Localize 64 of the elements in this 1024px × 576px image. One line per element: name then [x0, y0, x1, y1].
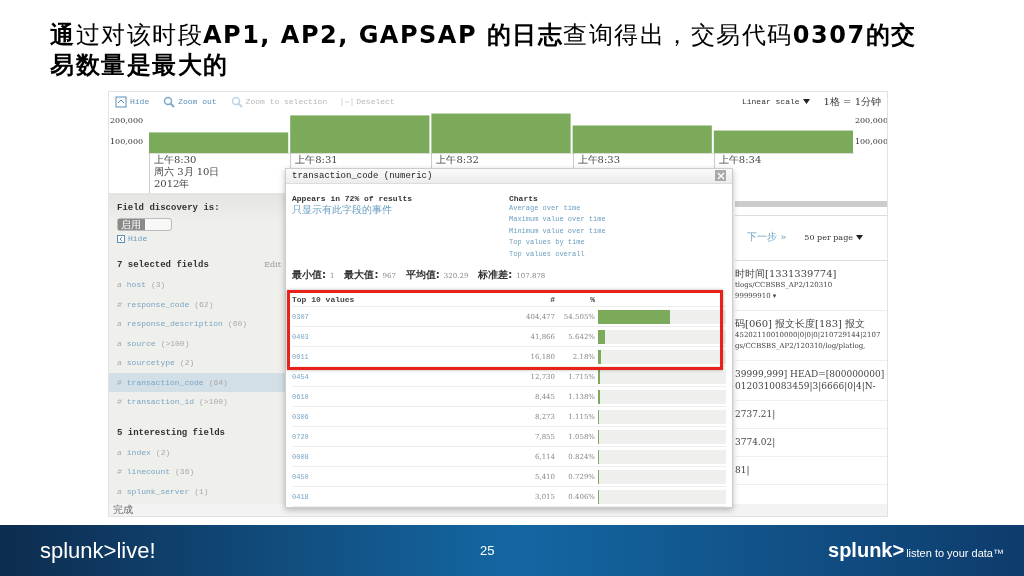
- brand-logo: splunk>: [828, 539, 905, 562]
- event-text: 81|: [735, 464, 751, 476]
- column-header: %: [589, 294, 596, 304]
- chart-bar[interactable]: [290, 115, 430, 153]
- charts-heading: Charts: [509, 193, 539, 203]
- caret-icon: [856, 234, 863, 240]
- axis-label: 上午8:32: [436, 154, 480, 166]
- axis-label: 100,000: [110, 136, 144, 146]
- field-item[interactable]: a splunk_server (1): [109, 481, 289, 501]
- toolbar-button[interactable]: Hide: [115, 95, 150, 108]
- hide-link[interactable]: Hide: [109, 233, 289, 244]
- chart-bar[interactable]: [572, 125, 712, 153]
- event-logo: splunk>live!: [40, 537, 157, 564]
- field-item[interactable]: a source (>100): [109, 333, 289, 353]
- column-header: Top 10 values: [292, 294, 356, 304]
- event-text: 39999,999] HEAD=[800000000]: [735, 368, 886, 380]
- sidebar-heading: Field discovery is:: [116, 203, 221, 213]
- axis-label: 上午8:33: [577, 154, 622, 166]
- axis-label: 100,000: [854, 136, 887, 146]
- next-page-link[interactable]: 下一步 »: [747, 230, 787, 244]
- event-text: 0120310083459|3|6666|0|4|N-: [735, 380, 877, 392]
- chart-bar[interactable]: [431, 113, 571, 153]
- zoom-icon: [163, 95, 176, 108]
- coverage-text: Appears in 72% of results: [292, 193, 414, 203]
- event-text: 时时间[1331339774]: [735, 268, 838, 280]
- scale-dropdown[interactable]: Linear scale: [741, 97, 810, 106]
- field-item[interactable]: a response_description (60): [109, 314, 289, 334]
- axis-label: 200,000: [854, 115, 887, 125]
- chart-bar[interactable]: [148, 132, 289, 153]
- field-item[interactable]: # transaction_id (>100): [109, 392, 289, 412]
- collapse-icon: [115, 95, 127, 108]
- event-text: 码[060] 报文长度[183] 报文: [735, 318, 867, 330]
- column-header: #: [549, 294, 555, 304]
- date-label: 2012年: [154, 178, 191, 190]
- page-number: 25: [480, 543, 496, 558]
- field-item[interactable]: a host (3): [109, 275, 289, 295]
- event-text: 2737.21|: [735, 408, 777, 420]
- field-item[interactable]: # linecount (36): [109, 462, 289, 482]
- per-page-dropdown[interactable]: 50 per page: [804, 232, 863, 242]
- collapse-icon: [117, 234, 125, 243]
- axis-label: 上午8:31: [295, 154, 339, 166]
- chart-bar[interactable]: [713, 130, 853, 153]
- caret-icon: [802, 99, 810, 104]
- stat-label: 最大值:: [344, 268, 379, 282]
- group-heading: 5 interesting fields: [117, 427, 226, 438]
- popup-title: transaction_code (numeric): [292, 170, 433, 181]
- stat-label: 标准差:: [478, 268, 513, 282]
- axis-label: 上午8:30: [154, 154, 198, 166]
- date-label: 周六 3月 10日: [154, 166, 221, 178]
- axis-label: 200,000: [110, 115, 144, 125]
- group-heading: 7 selected fields: [117, 260, 209, 270]
- axis-label: 上午8:34: [718, 154, 763, 166]
- zoom-icon: [230, 95, 243, 108]
- stat-label: 最小值:: [292, 268, 326, 282]
- toolbar-button[interactable]: Zoom out: [163, 95, 217, 108]
- stat-label: 平均值:: [405, 268, 440, 282]
- edit-link[interactable]: Edit: [264, 260, 281, 270]
- filter-link[interactable]: 只显示有此字段的事件: [292, 202, 509, 217]
- slide-title: 通过对该时段AP1, AP2, GAPSAP 的日志查询得出，交易代码0307的交易数量是最大的: [50, 20, 918, 81]
- close-button[interactable]: [715, 170, 726, 182]
- brand-tagline: listen to your data™: [906, 547, 1004, 559]
- event-text: 3774.02|: [735, 436, 777, 448]
- toggle-switch[interactable]: 启用: [117, 218, 172, 231]
- bucket-label: 1格 = 1分钟: [823, 94, 881, 109]
